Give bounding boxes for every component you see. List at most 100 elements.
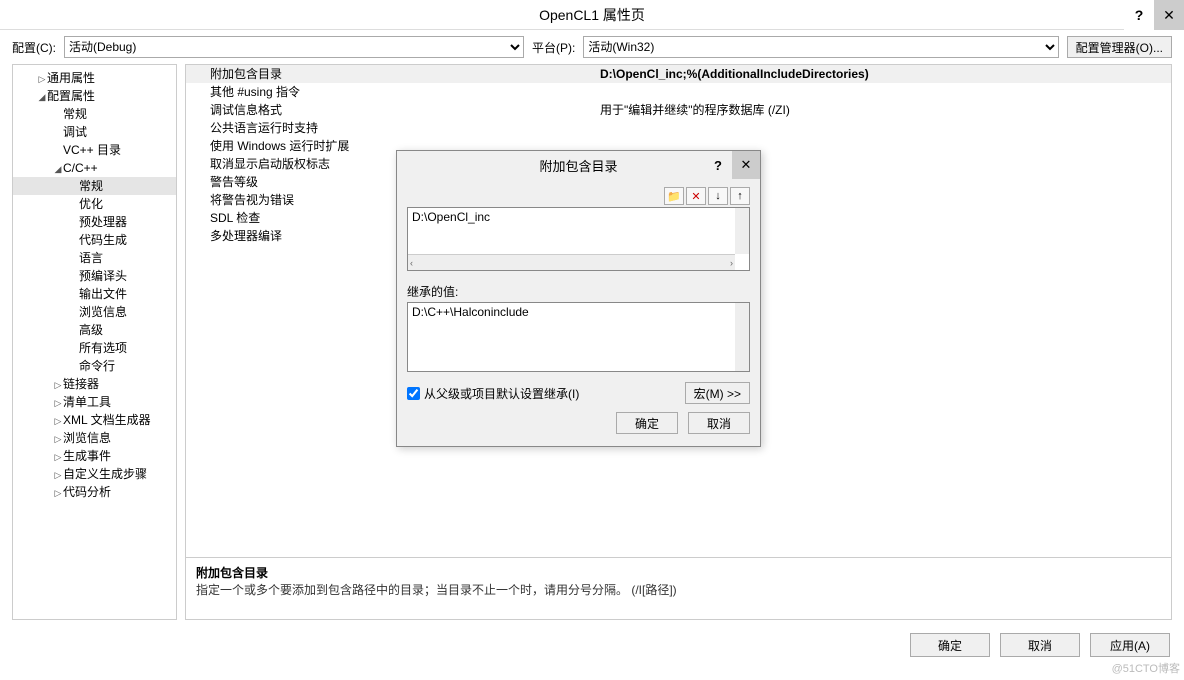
tree-item-label: 配置属性 — [47, 89, 95, 103]
property-name: 附加包含目录 — [186, 65, 596, 83]
tree-item[interactable]: 输出文件 — [13, 285, 176, 303]
apply-button[interactable]: 应用(A) — [1090, 633, 1170, 657]
tree-item[interactable]: 预处理器 — [13, 213, 176, 231]
close-button[interactable]: ✕ — [1154, 0, 1184, 30]
titlebar: OpenCL1 属性页 ? ✕ — [0, 0, 1184, 30]
inherit-checkbox-label: 从父级或项目默认设置继承(I) — [424, 385, 579, 402]
dialog-cancel-button[interactable]: 取消 — [688, 412, 750, 434]
property-row[interactable]: 其他 #using 指令 — [186, 83, 1171, 101]
ok-button[interactable]: 确定 — [910, 633, 990, 657]
include-dirs-listbox[interactable]: D:\OpenCl_inc ‹ › — [407, 207, 750, 271]
move-up-icon[interactable]: ↑ — [730, 187, 750, 205]
tree-item-label: 代码分析 — [63, 485, 111, 499]
config-select[interactable]: 活动(Debug) — [64, 36, 524, 58]
watermark: @51CTO博客 — [1112, 660, 1180, 676]
tree-item[interactable]: ▷生成事件 — [13, 447, 176, 465]
tree-item-label: 通用属性 — [47, 71, 95, 85]
scroll-right-icon[interactable]: › — [730, 258, 733, 268]
platform-label: 平台(P): — [532, 39, 575, 56]
scrollbar-horizontal[interactable]: ‹ › — [408, 254, 735, 270]
tree-item[interactable]: 常规 — [13, 105, 176, 123]
toolbar: 配置(C): 活动(Debug) 平台(P): 活动(Win32) 配置管理器(… — [0, 30, 1184, 64]
tree-item[interactable]: 常规 — [13, 177, 176, 195]
tree-item[interactable]: ◢C/C++ — [13, 159, 176, 177]
tree-item[interactable]: 浏览信息 — [13, 303, 176, 321]
tree-item[interactable]: 命令行 — [13, 357, 176, 375]
tree-item[interactable]: 高级 — [13, 321, 176, 339]
tree-item-label: 高级 — [79, 323, 103, 337]
tree-item[interactable]: ◢配置属性 — [13, 87, 176, 105]
tree-item[interactable]: ▷清单工具 — [13, 393, 176, 411]
dialog-body: 📁 ✕ ↓ ↑ D:\OpenCl_inc ‹ › 继承的值: D:\C++\H… — [397, 179, 760, 446]
inherit-row: 从父级或项目默认设置继承(I) 宏(M) >> — [407, 382, 750, 404]
macro-button[interactable]: 宏(M) >> — [685, 382, 750, 404]
property-value[interactable]: D:\OpenCl_inc;%(AdditionalIncludeDirecto… — [596, 65, 1171, 83]
tree-item-label: 浏览信息 — [79, 305, 127, 319]
tree-item[interactable]: 代码生成 — [13, 231, 176, 249]
arrow-collapsed-icon: ▷ — [53, 430, 63, 447]
tree-item[interactable]: ▷XML 文档生成器 — [13, 411, 176, 429]
new-folder-icon[interactable]: 📁 — [664, 187, 684, 205]
dialog-buttons: 确定 取消 — [407, 404, 750, 438]
arrow-collapsed-icon: ▷ — [53, 484, 63, 501]
delete-icon[interactable]: ✕ — [686, 187, 706, 205]
description-title: 附加包含目录 — [196, 564, 1161, 581]
scrollbar-vertical[interactable] — [735, 303, 749, 371]
tree-item[interactable]: ▷浏览信息 — [13, 429, 176, 447]
tree-item-label: VC++ 目录 — [63, 143, 121, 157]
tree-item-label: 代码生成 — [79, 233, 127, 247]
tree-item[interactable]: 预编译头 — [13, 267, 176, 285]
tree-item[interactable]: ▷代码分析 — [13, 483, 176, 501]
property-value[interactable] — [596, 119, 1171, 137]
property-name: 调试信息格式 — [186, 101, 596, 119]
tree-item-label: 清单工具 — [63, 395, 111, 409]
dialog-ok-button[interactable]: 确定 — [616, 412, 678, 434]
property-row[interactable]: 调试信息格式用于"编辑并继续"的程序数据库 (/ZI) — [186, 101, 1171, 119]
list-item[interactable]: D:\OpenCl_inc — [412, 210, 745, 224]
bottom-buttons: 确定 取消 应用(A) — [0, 620, 1184, 670]
property-name: 其他 #using 指令 — [186, 83, 596, 101]
tree-item-label: 浏览信息 — [63, 431, 111, 445]
property-row[interactable]: 公共语言运行时支持 — [186, 119, 1171, 137]
tree-item[interactable]: 所有选项 — [13, 339, 176, 357]
cancel-button[interactable]: 取消 — [1000, 633, 1080, 657]
property-value[interactable]: 用于"编辑并继续"的程序数据库 (/ZI) — [596, 101, 1171, 119]
arrow-collapsed-icon: ▷ — [53, 376, 63, 393]
platform-select[interactable]: 活动(Win32) — [583, 36, 1058, 58]
tree-item-label: 输出文件 — [79, 287, 127, 301]
tree-item[interactable]: ▷链接器 — [13, 375, 176, 393]
scrollbar-vertical[interactable] — [735, 208, 749, 254]
scroll-left-icon[interactable]: ‹ — [410, 258, 413, 268]
tree-item-label: 常规 — [63, 107, 87, 121]
tree-item-label: 调试 — [63, 125, 87, 139]
tree-item[interactable]: ▷通用属性 — [13, 69, 176, 87]
tree-item[interactable]: ▷自定义生成步骤 — [13, 465, 176, 483]
dialog-close-button[interactable]: ✕ — [732, 151, 760, 179]
config-manager-button[interactable]: 配置管理器(O)... — [1067, 36, 1172, 58]
titlebar-controls: ? ✕ — [1124, 0, 1184, 30]
tree-item[interactable]: VC++ 目录 — [13, 141, 176, 159]
tree-item-label: 生成事件 — [63, 449, 111, 463]
arrow-expanded-icon: ◢ — [37, 88, 47, 105]
dialog-help-button[interactable]: ? — [704, 151, 732, 179]
tree-panel[interactable]: ▷通用属性◢配置属性常规调试VC++ 目录◢C/C++常规优化预处理器代码生成语… — [12, 64, 177, 620]
property-row[interactable]: 附加包含目录D:\OpenCl_inc;%(AdditionalIncludeD… — [186, 65, 1171, 83]
inherited-label: 继承的值: — [407, 283, 750, 300]
additional-include-dialog: 附加包含目录 ? ✕ 📁 ✕ ↓ ↑ D:\OpenCl_inc ‹ › 继承的… — [396, 150, 761, 447]
tree-item-label: 链接器 — [63, 377, 99, 391]
window-title: OpenCL1 属性页 — [539, 5, 645, 25]
tree-item-label: 语言 — [79, 251, 103, 265]
arrow-collapsed-icon: ▷ — [53, 394, 63, 411]
property-value[interactable] — [596, 83, 1171, 101]
arrow-collapsed-icon: ▷ — [53, 448, 63, 465]
dialog-icon-row: 📁 ✕ ↓ ↑ — [407, 187, 750, 205]
tree-item[interactable]: 调试 — [13, 123, 176, 141]
help-button[interactable]: ? — [1124, 0, 1154, 30]
move-down-icon[interactable]: ↓ — [708, 187, 728, 205]
tree-item[interactable]: 优化 — [13, 195, 176, 213]
tree-item-label: 所有选项 — [79, 341, 127, 355]
tree-item[interactable]: 语言 — [13, 249, 176, 267]
tree-item-label: 自定义生成步骤 — [63, 467, 147, 481]
inherit-checkbox[interactable] — [407, 387, 420, 400]
list-item: D:\C++\Halconinclude — [412, 305, 745, 319]
